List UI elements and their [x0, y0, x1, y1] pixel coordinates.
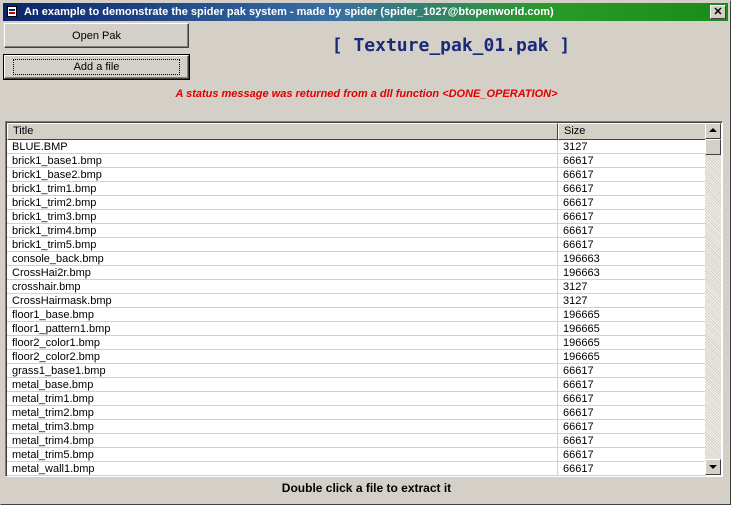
title-bar[interactable]: An example to demonstrate the spider pak… — [3, 3, 728, 21]
list-body: BLUE.BMP 3127 brick1_base1.bmp 66617 brick1_… — [7, 140, 706, 476]
file-name-cell: brick1_base1.bmp — [7, 154, 558, 167]
file-name-cell: floor2_color2.bmp — [7, 350, 558, 363]
table-row[interactable]: metal_trim3.bmp 66617 — [7, 420, 706, 434]
file-name-cell: CrossHairmask.bmp — [7, 294, 558, 307]
file-name-cell: brick1_trim4.bmp — [7, 224, 558, 237]
table-row[interactable]: brick1_trim3.bmp 66617 — [7, 210, 706, 224]
file-size-cell: 66617 — [563, 407, 594, 419]
file-size-cell: 66617 — [563, 365, 594, 377]
table-row[interactable]: metal_trim5.bmp 66617 — [7, 448, 706, 462]
file-size-cell: 66617 — [563, 211, 594, 223]
table-row[interactable]: floor1_pattern1.bmp 196665 — [7, 322, 706, 336]
file-name-cell: grass1_base1.bmp — [7, 364, 558, 377]
table-row[interactable]: metal_wall1.bmp 66617 — [7, 462, 706, 476]
file-size-cell: 66617 — [563, 225, 594, 237]
file-name-cell: metal_trim3.bmp — [7, 420, 558, 433]
file-name-cell: floor2_color1.bmp — [7, 336, 558, 349]
table-row[interactable]: crosshair.bmp 3127 — [7, 280, 706, 294]
app-icon[interactable] — [6, 5, 20, 19]
table-row[interactable]: metal_trim2.bmp 66617 — [7, 406, 706, 420]
table-row[interactable]: brick1_base2.bmp 66617 — [7, 168, 706, 182]
table-row[interactable]: CrossHairmask.bmp 3127 — [7, 294, 706, 308]
pak-title: [ Texture_pak_01.pak ] — [331, 35, 571, 56]
table-row[interactable]: metal_trim4.bmp 66617 — [7, 434, 706, 448]
table-row[interactable]: console_back.bmp 196663 — [7, 252, 706, 266]
file-size-cell: 3127 — [563, 141, 588, 153]
file-size-cell: 66617 — [563, 155, 594, 167]
scroll-thumb[interactable] — [705, 139, 721, 155]
file-name-cell: brick1_base2.bmp — [7, 168, 558, 181]
file-size-cell: 66617 — [563, 449, 594, 461]
table-row[interactable]: metal_base.bmp 66617 — [7, 378, 706, 392]
table-row[interactable]: brick1_trim4.bmp 66617 — [7, 224, 706, 238]
file-size-cell: 3127 — [563, 295, 588, 307]
column-header-size[interactable]: Size — [558, 123, 706, 140]
file-name-cell: metal_trim5.bmp — [7, 448, 558, 461]
column-header-title[interactable]: Title — [7, 123, 558, 140]
file-size-cell: 3127 — [563, 281, 588, 293]
table-row[interactable]: floor1_base.bmp 196665 — [7, 308, 706, 322]
file-name-cell: metal_trim4.bmp — [7, 434, 558, 447]
footer-hint: Double click a file to extract it — [281, 481, 452, 495]
table-row[interactable]: floor2_color2.bmp 196665 — [7, 350, 706, 364]
file-size-cell: 66617 — [563, 393, 594, 405]
file-name-cell: metal_wall1.bmp — [7, 462, 558, 475]
file-name-cell: metal_trim2.bmp — [7, 406, 558, 419]
table-row[interactable]: metal_trim1.bmp 66617 — [7, 392, 706, 406]
status-message: A status message was returned from a dll… — [175, 88, 558, 100]
file-name-cell: floor1_base.bmp — [7, 308, 558, 321]
scroll-up-button[interactable] — [705, 123, 721, 139]
file-size-cell: 66617 — [563, 379, 594, 391]
table-row[interactable]: floor2_color1.bmp 196665 — [7, 336, 706, 350]
file-name-cell: brick1_trim3.bmp — [7, 210, 558, 223]
arrow-up-icon — [709, 128, 717, 132]
arrow-down-icon — [709, 465, 717, 469]
file-size-cell: 66617 — [563, 197, 594, 209]
file-name-cell: crosshair.bmp — [7, 280, 558, 293]
file-size-cell: 196665 — [563, 309, 600, 321]
add-file-button[interactable]: Add a file — [3, 54, 190, 80]
file-name-cell: floor1_pattern1.bmp — [7, 322, 558, 335]
file-size-cell: 66617 — [563, 421, 594, 433]
close-button[interactable]: ✕ — [710, 5, 726, 19]
table-row[interactable]: brick1_trim1.bmp 66617 — [7, 182, 706, 196]
list-header: Title Size — [7, 123, 706, 140]
file-name-cell: metal_base.bmp — [7, 378, 558, 391]
file-size-cell: 196665 — [563, 351, 600, 363]
add-file-label: Add a file — [12, 59, 181, 75]
file-name-cell: metal_trim1.bmp — [7, 392, 558, 405]
file-size-cell: 66617 — [563, 183, 594, 195]
file-name-cell: brick1_trim1.bmp — [7, 182, 558, 195]
file-size-cell: 66617 — [563, 169, 594, 181]
window-title: An example to demonstrate the spider pak… — [24, 6, 554, 18]
file-name-cell: brick1_trim5.bmp — [7, 238, 558, 251]
file-list[interactable]: Title Size BLUE.BMP 3127 brick1_base1.bmp 6… — [5, 121, 723, 477]
file-size-cell: 196665 — [563, 337, 600, 349]
file-name-cell: console_back.bmp — [7, 252, 558, 265]
main-window: An example to demonstrate the spider pak… — [0, 0, 731, 505]
table-row[interactable]: brick1_trim2.bmp 66617 — [7, 196, 706, 210]
scroll-down-button[interactable] — [705, 459, 721, 475]
file-name-cell: CrossHai2r.bmp — [7, 266, 558, 279]
file-name-cell: brick1_trim2.bmp — [7, 196, 558, 209]
table-row[interactable]: brick1_trim5.bmp 66617 — [7, 238, 706, 252]
file-size-cell: 66617 — [563, 435, 594, 447]
file-name-cell: BLUE.BMP — [7, 140, 558, 153]
table-row[interactable]: BLUE.BMP 3127 — [7, 140, 706, 154]
close-icon: ✕ — [713, 6, 723, 18]
open-pak-button[interactable]: Open Pak — [4, 23, 189, 48]
file-size-cell: 196665 — [563, 323, 600, 335]
table-row[interactable]: brick1_base1.bmp 66617 — [7, 154, 706, 168]
file-size-cell: 196663 — [563, 267, 600, 279]
vertical-scrollbar[interactable] — [705, 123, 721, 475]
table-row[interactable]: grass1_base1.bmp 66617 — [7, 364, 706, 378]
file-size-cell: 196663 — [563, 253, 600, 265]
file-size-cell: 66617 — [563, 239, 594, 251]
table-row[interactable]: CrossHai2r.bmp 196663 — [7, 266, 706, 280]
file-size-cell: 66617 — [563, 463, 594, 475]
